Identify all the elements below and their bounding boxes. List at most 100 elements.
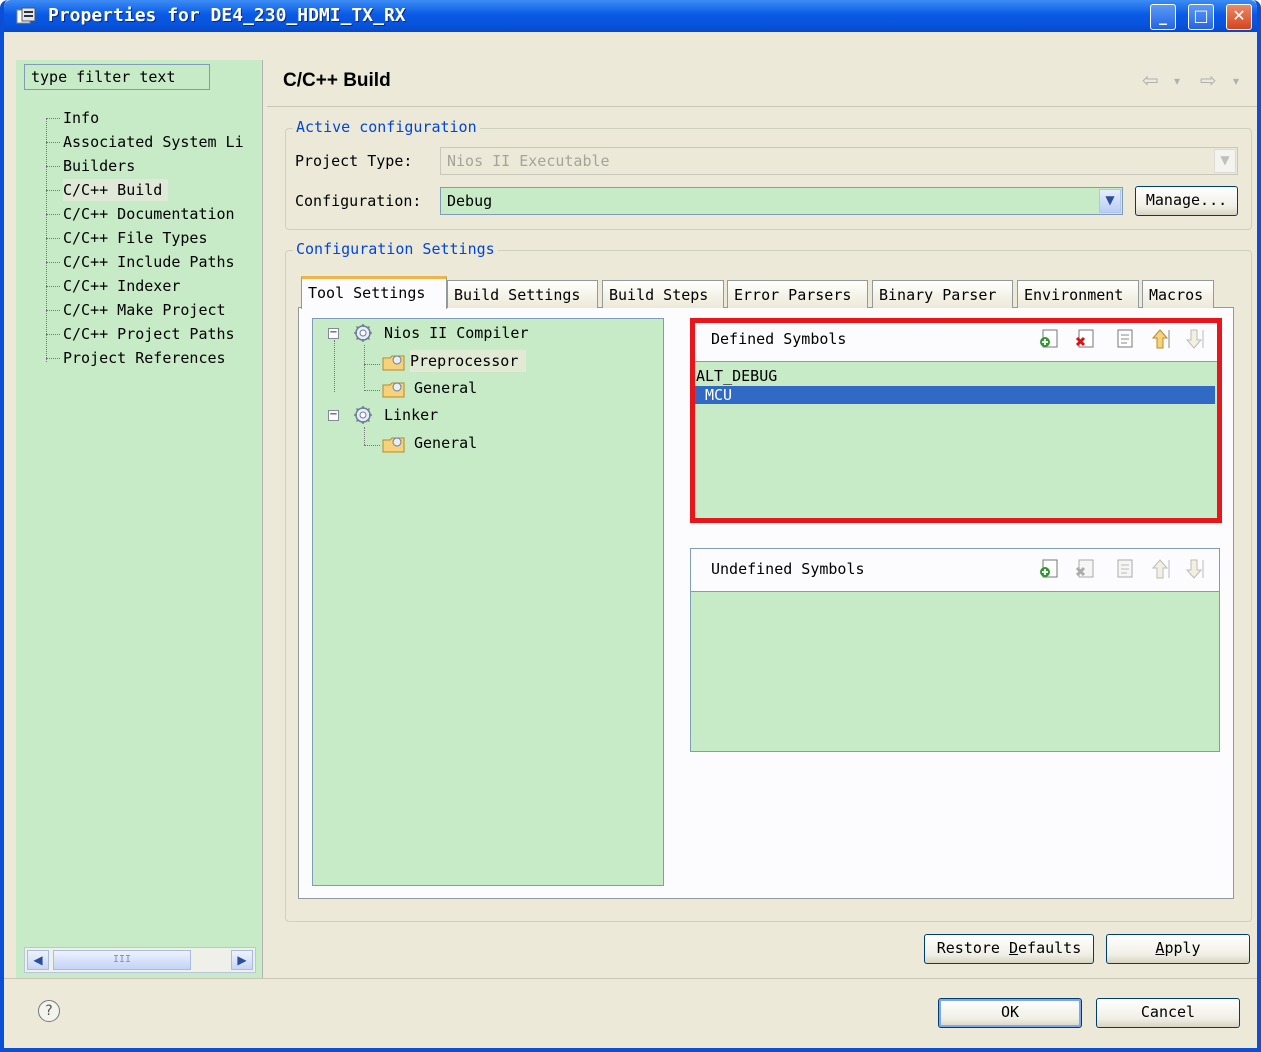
folder-settings-icon bbox=[382, 355, 405, 371]
chevron-down-icon[interactable]: ▼ bbox=[1099, 189, 1121, 213]
move-up-icon bbox=[1151, 559, 1170, 579]
sidebar-item-cpp-make-project[interactable]: C/C++ Make Project bbox=[63, 299, 226, 321]
sidebar-item-associated-system-libraries[interactable]: Associated System Li bbox=[63, 131, 244, 153]
tab-tool-settings[interactable]: Tool Settings bbox=[301, 276, 447, 309]
tree-node-linker-general[interactable]: General bbox=[414, 432, 477, 454]
tree-guide-line bbox=[46, 118, 47, 362]
sidebar-item-builders[interactable]: Builders bbox=[63, 155, 135, 177]
scroll-left-icon[interactable]: ◀ bbox=[27, 950, 49, 970]
tree-guide bbox=[46, 310, 60, 311]
add-icon[interactable] bbox=[1038, 328, 1060, 350]
collapse-linker-icon[interactable]: − bbox=[328, 410, 339, 421]
tree-guide bbox=[46, 238, 60, 239]
tree-guide bbox=[46, 262, 60, 263]
sidebar-item-cpp-documentation[interactable]: C/C++ Documentation bbox=[63, 203, 235, 225]
tab-macros[interactable]: Macros bbox=[1142, 280, 1214, 308]
list-item[interactable]: ALT_DEBUG bbox=[696, 367, 1215, 385]
page-header bbox=[267, 62, 1257, 107]
scroll-thumb[interactable]: III bbox=[53, 950, 191, 970]
restore-defaults-mnemonic: D bbox=[1009, 939, 1019, 957]
tab-error-parsers[interactable]: Error Parsers bbox=[727, 280, 868, 308]
tree-guide bbox=[46, 166, 60, 167]
restore-defaults-button[interactable]: Restore Defaults bbox=[924, 934, 1094, 964]
chevron-down-icon: ▼ bbox=[1214, 149, 1236, 173]
help-icon[interactable]: ? bbox=[38, 1000, 60, 1022]
delete-icon bbox=[1075, 559, 1094, 578]
move-down-icon bbox=[1185, 559, 1204, 579]
tree-node-compiler-general[interactable]: General bbox=[414, 377, 477, 399]
scroll-right-icon[interactable]: ▶ bbox=[231, 950, 253, 970]
undefined-symbols-box: Undefined Symbols bbox=[690, 548, 1220, 752]
sidebar-item-project-references[interactable]: Project References bbox=[63, 347, 226, 369]
close-button[interactable]: ✕ bbox=[1226, 4, 1252, 30]
active-configuration-title: Active configuration bbox=[293, 118, 480, 136]
project-type-value: Nios II Executable bbox=[447, 152, 610, 170]
project-type-label: Project Type: bbox=[295, 152, 413, 170]
configuration-settings-title: Configuration Settings bbox=[293, 240, 498, 258]
edit-icon[interactable] bbox=[1114, 328, 1136, 350]
tab-environment[interactable]: Environment bbox=[1017, 280, 1139, 308]
apply-button[interactable]: Apply bbox=[1106, 934, 1250, 964]
list-item-label: MCU bbox=[705, 386, 733, 404]
list-item-selected[interactable]: MCU bbox=[695, 386, 1215, 404]
apply-label: pply bbox=[1164, 939, 1201, 957]
undefined-symbols-title: Undefined Symbols bbox=[711, 560, 865, 578]
tree-guide bbox=[46, 142, 60, 143]
filter-input[interactable]: type filter text bbox=[24, 64, 210, 90]
sidebar-item-cpp-include-paths[interactable]: C/C++ Include Paths bbox=[63, 251, 235, 273]
defined-symbols-header: Defined Symbols bbox=[691, 319, 1219, 362]
configuration-value: Debug bbox=[447, 192, 493, 210]
sidebar-item-cpp-project-paths[interactable]: C/C++ Project Paths bbox=[63, 323, 235, 345]
properties-window: Properties for DE4_230_HDMI_TX_RX _ □ ✕ … bbox=[0, 0, 1261, 1052]
folder-settings-icon bbox=[382, 382, 405, 398]
edit-icon bbox=[1117, 559, 1133, 578]
add-icon[interactable] bbox=[1038, 558, 1060, 580]
sidebar-horizontal-scrollbar[interactable]: ◀ III ▶ bbox=[24, 947, 256, 973]
maximize-button[interactable]: □ bbox=[1188, 4, 1214, 30]
move-up-icon[interactable] bbox=[1150, 328, 1172, 350]
sidebar-item-cpp-indexer[interactable]: C/C++ Indexer bbox=[63, 275, 180, 297]
title-bar[interactable]: Properties for DE4_230_HDMI_TX_RX _ □ ✕ bbox=[4, 0, 1257, 32]
tab-build-settings[interactable]: Build Settings bbox=[447, 280, 598, 308]
forward-dropdown-icon[interactable]: ▾ bbox=[1233, 74, 1239, 88]
tab-build-steps[interactable]: Build Steps bbox=[602, 280, 724, 308]
window-title: Properties for DE4_230_HDMI_TX_RX bbox=[48, 5, 406, 26]
ok-button[interactable]: OK bbox=[938, 998, 1082, 1028]
manage-button[interactable]: Manage... bbox=[1135, 186, 1238, 216]
tool-settings-tree[interactable] bbox=[312, 318, 664, 886]
tree-guide bbox=[364, 390, 380, 391]
tree-node-nios-ii-compiler[interactable]: Nios II Compiler bbox=[384, 322, 529, 344]
restore-defaults-label: Restore bbox=[936, 939, 1009, 957]
forward-arrow-icon[interactable]: ⇨ bbox=[1200, 68, 1217, 92]
tree-guide bbox=[364, 445, 380, 446]
gear-icon bbox=[354, 324, 372, 342]
sidebar-item-cpp-build[interactable]: C/C++ Build bbox=[63, 179, 169, 201]
configuration-combo[interactable]: Debug ▼ bbox=[440, 187, 1123, 215]
tree-guide bbox=[46, 190, 60, 191]
delete-icon[interactable] bbox=[1074, 328, 1096, 350]
folder-settings-icon bbox=[382, 437, 405, 453]
tree-guide bbox=[46, 286, 60, 287]
tab-binary-parser[interactable]: Binary Parser bbox=[872, 280, 1013, 308]
sidebar-item-info[interactable]: Info bbox=[63, 107, 99, 129]
minimize-button[interactable]: _ bbox=[1150, 4, 1176, 30]
tree-guide bbox=[364, 364, 380, 365]
sidebar-item-cpp-file-types[interactable]: C/C++ File Types bbox=[63, 227, 208, 249]
cancel-button[interactable]: Cancel bbox=[1096, 998, 1240, 1028]
back-dropdown-icon[interactable]: ▾ bbox=[1174, 74, 1180, 88]
defined-symbols-title: Defined Symbols bbox=[711, 330, 847, 348]
defined-symbols-list[interactable]: ALT_DEBUG MCU bbox=[691, 362, 1219, 519]
properties-app-icon bbox=[16, 7, 36, 24]
tree-node-linker[interactable]: Linker bbox=[384, 404, 438, 426]
collapse-compiler-icon[interactable]: − bbox=[328, 328, 339, 339]
move-down-icon[interactable] bbox=[1184, 328, 1206, 350]
tree-guide bbox=[46, 118, 60, 119]
undefined-symbols-list[interactable] bbox=[691, 592, 1219, 751]
back-arrow-icon[interactable]: ⇦ bbox=[1142, 68, 1159, 92]
project-type-combo: Nios II Executable ▼ bbox=[440, 147, 1238, 175]
tree-node-preprocessor[interactable]: Preprocessor bbox=[410, 350, 527, 372]
tree-guide bbox=[364, 427, 365, 445]
undefined-symbols-header: Undefined Symbols bbox=[691, 549, 1219, 592]
tree-guide bbox=[364, 345, 365, 388]
restore-defaults-label-end: efaults bbox=[1018, 939, 1082, 957]
